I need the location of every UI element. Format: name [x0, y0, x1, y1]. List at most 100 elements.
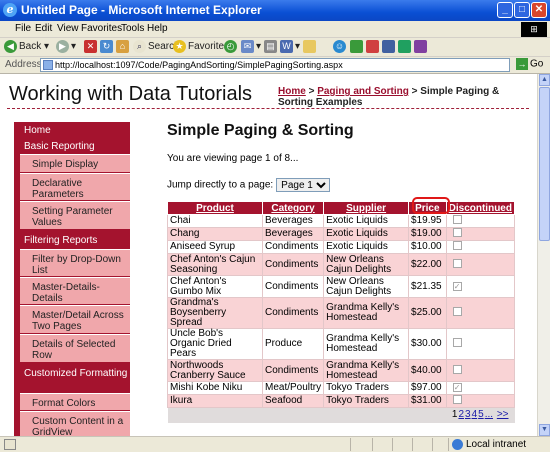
sidebar-item-simple-display[interactable]: Simple Display: [20, 154, 130, 172]
jump-label: Jump directly to a page:: [167, 179, 274, 191]
sidebar-item-filter-by-dropdown[interactable]: Filter by Drop-Down List: [20, 249, 130, 276]
scroll-thumb[interactable]: [539, 87, 550, 241]
menu-tools[interactable]: Tools: [121, 23, 144, 34]
sidebar-item-basic-reporting[interactable]: Basic Reporting: [14, 138, 130, 153]
folder-icon: [303, 40, 316, 53]
sidebar-item-details-selected-row[interactable]: Details of Selected Row: [20, 334, 130, 362]
sidebar-item-filtering-reports[interactable]: Filtering Reports: [14, 232, 130, 247]
messenger-button[interactable]: ☺: [333, 40, 348, 53]
pager-last-link[interactable]: >>: [497, 409, 509, 420]
cell-supplier: New Orleans Cajun Delights: [323, 275, 410, 298]
tool-icon: [366, 40, 379, 53]
discontinued-checkbox: [452, 338, 462, 347]
refresh-button[interactable]: ↻: [100, 40, 115, 53]
discontinued-checkbox: [452, 228, 462, 237]
maximize-button[interactable]: □: [514, 2, 530, 18]
breadcrumb-home[interactable]: Home: [278, 86, 306, 97]
table-row: Chef Anton's Cajun Seasoning Condiments Ne…: [167, 253, 516, 276]
cell-category: Beverages: [261, 214, 325, 228]
header-category[interactable]: Category: [261, 201, 325, 215]
forward-arrow-icon: ▶: [56, 40, 69, 53]
pager: 12345... >>: [167, 407, 515, 423]
cell-product: Mishi Kobe Niku: [167, 381, 263, 395]
cell-discontinued: [445, 253, 516, 276]
table-row: Aniseed Syrup Condiments Exotic Liquids $10…: [167, 240, 516, 254]
stop-button[interactable]: ✕: [84, 40, 99, 53]
cell-product: Chang: [167, 227, 263, 241]
go-button[interactable]: → Go: [516, 58, 543, 70]
address-input[interactable]: http://localhost:1097/Code/PagingAndSort…: [40, 58, 510, 72]
edit-button[interactable]: W ▾: [280, 40, 300, 53]
address-url: http://localhost:1097/Code/PagingAndSort…: [55, 60, 343, 70]
cell-price: $97.00: [408, 381, 447, 395]
go-arrow-icon: →: [516, 58, 528, 70]
page-viewport: Working with Data Tutorials Home > Pagin…: [0, 74, 537, 436]
cell-price: $40.00: [408, 359, 447, 382]
pager-page-link[interactable]: 2: [458, 409, 464, 420]
cell-price: $21.35: [408, 275, 447, 298]
breadcrumb-section[interactable]: Paging and Sorting: [317, 86, 409, 97]
print-icon: ▤: [264, 40, 277, 53]
sidebar-item-declarative-parameters[interactable]: Declarative Parameters: [20, 173, 130, 200]
sidebar-item-format-colors[interactable]: Format Colors: [20, 393, 130, 410]
cell-supplier: Exotic Liquids: [323, 227, 410, 241]
cell-category: Meat/Poultry: [261, 381, 325, 395]
cell-product: Northwoods Cranberry Sauce: [167, 359, 263, 382]
pager-page-link[interactable]: 4: [472, 409, 478, 420]
header-discontinued[interactable]: Discontinued: [445, 201, 516, 215]
pager-page-link[interactable]: 3: [465, 409, 471, 420]
jump-to-page: Jump directly to a page: Page 1: [167, 178, 331, 192]
sidebar-item-master-details-details[interactable]: Master-Details-Details: [20, 277, 130, 304]
sidebar-item-master-detail-two-pages[interactable]: Master/Detail Across Two Pages: [20, 305, 130, 333]
sidebar-item-custom-content[interactable]: Custom Content in a GridView: [20, 411, 130, 436]
cell-supplier: Grandma Kelly's Homestead: [323, 359, 410, 382]
back-button[interactable]: ◀ Back ▾: [4, 40, 49, 53]
cell-price: $25.00: [408, 297, 447, 329]
scroll-up-icon[interactable]: ▲: [539, 74, 550, 86]
scroll-down-icon[interactable]: ▼: [539, 424, 550, 436]
tool-button-1[interactable]: [366, 40, 381, 53]
sidebar-item-home[interactable]: Home: [14, 122, 130, 137]
tool-button-2[interactable]: [382, 40, 397, 53]
table-row: Chef Anton's Gumbo Mix Condiments New Orle…: [167, 275, 516, 298]
discontinued-checkbox: ✓: [452, 281, 462, 291]
header-supplier[interactable]: Supplier: [323, 201, 410, 215]
table-row: Chang Beverages Exotic Liquids $19.00: [167, 227, 516, 241]
page-status-icon: [4, 439, 16, 450]
pager-page-link[interactable]: 5: [478, 409, 484, 420]
cell-price: $30.00: [408, 328, 447, 360]
cell-discontinued: [445, 240, 516, 254]
table-row: Ikura Seafood Tokyo Traders $31.00: [167, 394, 516, 408]
page-select[interactable]: Page 1: [276, 178, 331, 192]
mail-button[interactable]: ✉ ▾: [241, 40, 261, 53]
sidebar-item-customized-formatting[interactable]: Customized Formatting: [14, 365, 130, 392]
cell-category: Beverages: [261, 227, 325, 241]
discontinued-checkbox: [452, 258, 462, 268]
print-button[interactable]: ▤: [264, 40, 279, 53]
close-button[interactable]: ✕: [531, 2, 547, 18]
menu-edit[interactable]: Edit: [35, 23, 52, 34]
forward-button[interactable]: ▶ ▾: [56, 40, 76, 53]
intranet-icon: [452, 439, 463, 450]
cell-supplier: Grandma Kelly's Homestead: [323, 297, 410, 329]
research-icon: [350, 40, 363, 53]
home-button[interactable]: ⌂: [116, 40, 131, 53]
tool-button-3[interactable]: [398, 40, 413, 53]
messenger-icon: ☺: [333, 40, 346, 53]
tool-button-4[interactable]: [414, 40, 429, 53]
favorites-button[interactable]: ★ Favorites: [173, 40, 229, 53]
windows-logo-icon: ⊞: [521, 22, 547, 37]
menu-view[interactable]: View: [57, 23, 79, 34]
cell-price: $31.00: [408, 394, 447, 408]
vertical-scrollbar[interactable]: ▲ ▼: [537, 74, 550, 436]
pager-more-link[interactable]: ...: [485, 409, 493, 420]
folder-button[interactable]: [303, 40, 318, 53]
sidebar-item-setting-parameter-values[interactable]: Setting Parameter Values: [20, 201, 130, 229]
research-button[interactable]: [350, 40, 365, 53]
menu-file[interactable]: File: [15, 23, 31, 34]
header-product[interactable]: Product: [167, 201, 263, 215]
menu-favorites[interactable]: Favorites: [81, 23, 122, 34]
minimize-button[interactable]: _: [497, 2, 513, 18]
history-button[interactable]: ◴: [224, 40, 239, 53]
menu-help[interactable]: Help: [147, 23, 168, 34]
